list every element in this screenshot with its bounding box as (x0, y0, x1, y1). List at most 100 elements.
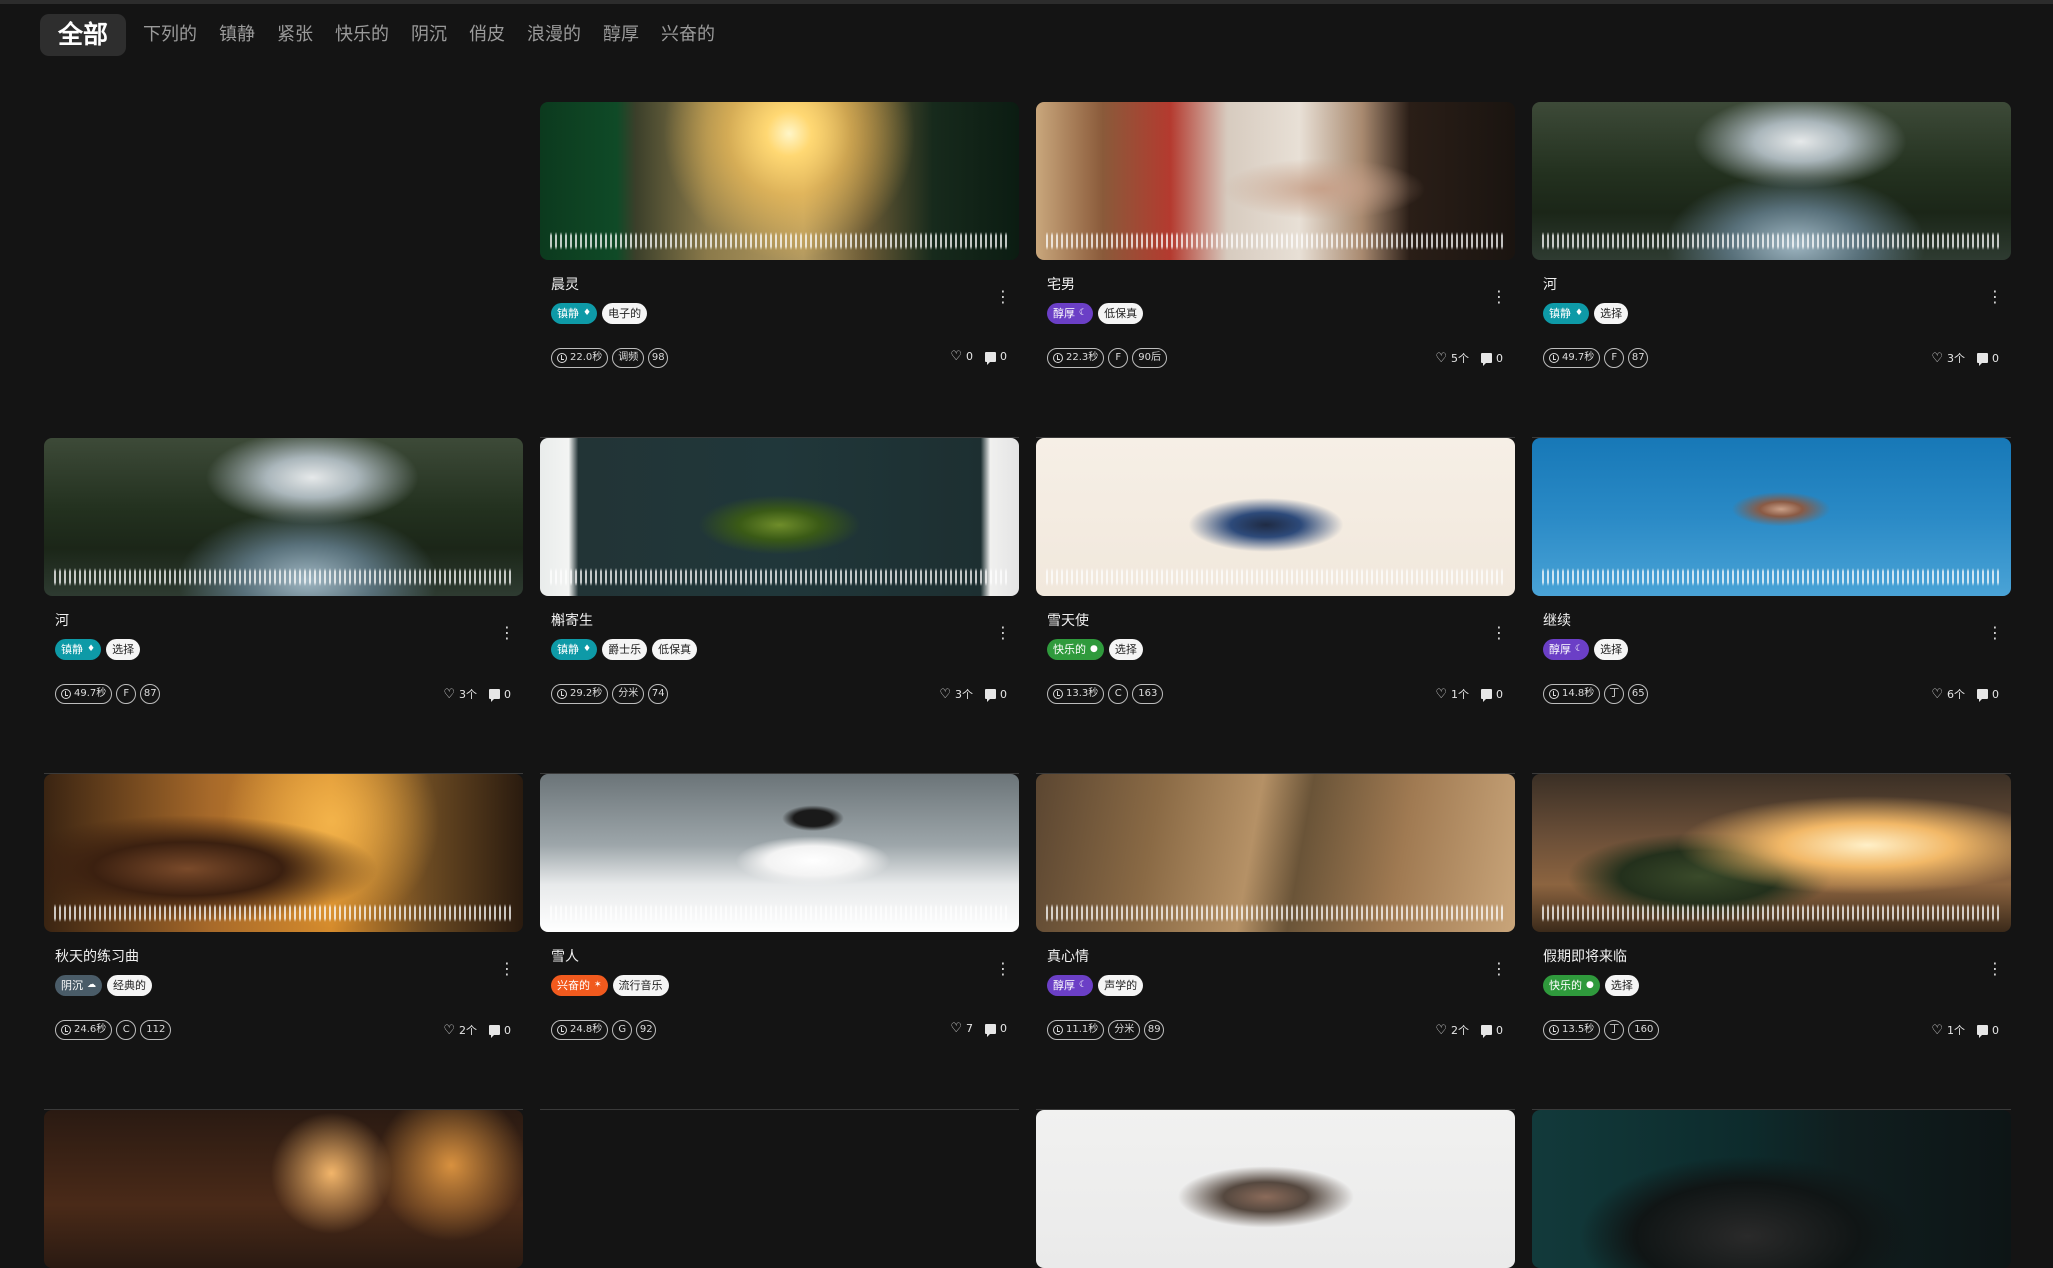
more-menu-icon[interactable]: ⋮ (499, 624, 515, 642)
genre-tag[interactable]: 声学的 (1098, 975, 1144, 996)
mood-tag[interactable]: 醇厚 ☾ (1543, 639, 1590, 660)
genre-tag[interactable]: 爵士乐 (602, 639, 648, 660)
waveform[interactable] (550, 568, 1009, 586)
track-card[interactable]: 槲寄生 ⋮ 镇静 ♦ 爵士乐 低保真 29.2秒 分米 74 ♡ 3个 0 (540, 438, 1019, 774)
track-card[interactable] (1036, 1110, 1515, 1268)
track-card[interactable]: 晨灵 ⋮ 镇静 ♦ 电子的 22.0秒 调频 98 ♡ 0 0 (540, 102, 1019, 438)
comment-button[interactable]: 0 (489, 1024, 511, 1038)
more-menu-icon[interactable]: ⋮ (995, 288, 1011, 306)
track-card[interactable]: 雪人 ⋮ 兴奋的 ✶ 流行音乐 24.8秒 G 92 ♡ 7 0 (540, 774, 1019, 1110)
track-card[interactable]: 真心情 ⋮ 醇厚 ☾ 声学的 11.1秒 分米 89 ♡ 2个 0 (1036, 774, 1515, 1110)
like-button[interactable]: ♡ 1个 (1931, 1022, 1965, 1038)
track-thumbnail[interactable] (1036, 102, 1515, 260)
track-title[interactable]: 秋天的练习曲 (55, 946, 139, 966)
more-menu-icon[interactable]: ⋮ (1491, 624, 1507, 642)
waveform[interactable] (1046, 904, 1505, 922)
track-title[interactable]: 继续 (1543, 610, 1571, 630)
like-button[interactable]: ♡ 3个 (939, 686, 973, 702)
mood-tag[interactable]: 阴沉 ☁ (55, 975, 102, 996)
track-card[interactable]: 河 ⋮ 镇静 ♦ 选择 49.7秒 F 87 ♡ 3个 0 (44, 438, 523, 774)
genre-tag[interactable]: 选择 (1594, 303, 1629, 324)
track-card[interactable]: 雪天使 ⋮ 快乐的 ● 选择 13.3秒 C 163 ♡ 1个 0 (1036, 438, 1515, 774)
track-thumbnail[interactable] (1036, 438, 1515, 596)
genre-tag[interactable]: 经典的 (107, 975, 152, 996)
track-title[interactable]: 真心情 (1047, 946, 1089, 966)
waveform[interactable] (1542, 232, 2001, 250)
more-menu-icon[interactable]: ⋮ (1987, 288, 2003, 306)
like-button[interactable]: ♡ 3个 (443, 686, 477, 702)
mood-tag[interactable]: 快乐的 ● (1047, 639, 1104, 660)
track-card[interactable] (1532, 1110, 2011, 1268)
like-button[interactable]: ♡ 6个 (1931, 686, 1965, 702)
filter-playful[interactable]: 俏皮 (458, 15, 516, 55)
comment-button[interactable]: 0 (985, 1022, 1007, 1037)
waveform[interactable] (1542, 904, 2001, 922)
genre-tag[interactable]: 流行音乐 (612, 975, 669, 996)
like-button[interactable]: ♡ 2个 (443, 1022, 477, 1038)
like-button[interactable]: ♡ 0 (950, 350, 973, 363)
like-button[interactable]: ♡ 7 (950, 1022, 973, 1035)
waveform[interactable] (550, 232, 1009, 250)
like-button[interactable]: ♡ 3个 (1931, 350, 1965, 366)
like-button[interactable]: ♡ 1个 (1435, 686, 1469, 702)
track-thumbnail[interactable] (540, 438, 1019, 596)
track-title[interactable]: 河 (1543, 274, 1557, 294)
track-thumbnail[interactable] (1036, 774, 1515, 932)
waveform[interactable] (550, 904, 1009, 922)
track-thumbnail[interactable] (1036, 1110, 1515, 1268)
comment-button[interactable]: 0 (1481, 1024, 1503, 1038)
track-card[interactable]: 秋天的练习曲 ⋮ 阴沉 ☁ 经典的 24.6秒 C 112 ♡ 2个 0 (44, 774, 523, 1110)
track-thumbnail[interactable] (44, 1110, 523, 1268)
track-title[interactable]: 河 (55, 610, 69, 630)
filter-mellow[interactable]: 醇厚 (592, 15, 650, 55)
filter-romantic[interactable]: 浪漫的 (516, 15, 592, 55)
track-thumbnail[interactable] (540, 774, 1019, 932)
mood-tag[interactable]: 镇静 ♦ (551, 639, 598, 660)
comment-button[interactable]: 0 (1977, 688, 1999, 702)
track-thumbnail[interactable] (540, 102, 1019, 260)
comment-button[interactable]: 0 (1977, 352, 1999, 366)
filter-gloomy[interactable]: 阴沉 (400, 15, 458, 55)
genre-tag[interactable]: 低保真 (652, 639, 698, 660)
filter-happy[interactable]: 快乐的 (324, 15, 400, 55)
more-menu-icon[interactable]: ⋮ (1987, 624, 2003, 642)
track-title[interactable]: 宅男 (1047, 274, 1075, 294)
mood-tag[interactable]: 镇静 ♦ (551, 303, 598, 324)
comment-button[interactable]: 0 (985, 688, 1007, 702)
mood-tag[interactable]: 醇厚 ☾ (1047, 303, 1094, 324)
track-thumbnail[interactable] (1532, 1110, 2011, 1268)
track-thumbnail[interactable] (1532, 438, 2011, 596)
genre-tag[interactable]: 选择 (1108, 639, 1143, 660)
waveform[interactable] (1046, 232, 1505, 250)
waveform[interactable] (54, 568, 513, 586)
comment-button[interactable]: 0 (489, 688, 511, 702)
comment-button[interactable]: 0 (985, 350, 1007, 365)
mood-tag[interactable]: 兴奋的 ✶ (551, 975, 608, 996)
mood-tag[interactable]: 镇静 ♦ (55, 639, 102, 660)
more-menu-icon[interactable]: ⋮ (995, 624, 1011, 642)
comment-button[interactable]: 0 (1481, 688, 1503, 702)
track-card[interactable]: 河 ⋮ 镇静 ♦ 选择 49.7秒 F 87 ♡ 3个 0 (1532, 102, 2011, 438)
track-title[interactable]: 晨灵 (551, 274, 579, 294)
waveform[interactable] (54, 904, 513, 922)
genre-tag[interactable]: 选择 (1604, 975, 1639, 996)
genre-tag[interactable]: 选择 (1594, 639, 1629, 660)
more-menu-icon[interactable]: ⋮ (1491, 960, 1507, 978)
like-button[interactable]: ♡ 5个 (1435, 350, 1469, 366)
mood-tag[interactable]: 醇厚 ☾ (1047, 975, 1094, 996)
filter-tense[interactable]: 紧张 (266, 15, 324, 55)
filter-calm[interactable]: 镇静 (208, 15, 266, 55)
genre-tag[interactable]: 电子的 (602, 303, 648, 324)
comment-button[interactable]: 0 (1977, 1024, 1999, 1038)
track-card[interactable]: 假期即将来临 ⋮ 快乐的 ● 选择 13.5秒 丁 160 ♡ 1个 0 (1532, 774, 2011, 1110)
mood-tag[interactable]: 快乐的 ● (1543, 975, 1600, 996)
filter-all[interactable]: 全部 (40, 14, 127, 56)
more-menu-icon[interactable]: ⋮ (1491, 288, 1507, 306)
track-card[interactable] (44, 1110, 523, 1268)
track-card[interactable]: 宅男 ⋮ 醇厚 ☾ 低保真 22.3秒 F 90后 ♡ 5个 0 (1036, 102, 1515, 438)
more-menu-icon[interactable]: ⋮ (995, 960, 1011, 978)
track-thumbnail[interactable] (44, 438, 523, 596)
waveform[interactable] (1542, 568, 2001, 586)
filter-following[interactable]: 下列的 (132, 15, 208, 55)
track-title[interactable]: 假期即将来临 (1543, 946, 1627, 966)
